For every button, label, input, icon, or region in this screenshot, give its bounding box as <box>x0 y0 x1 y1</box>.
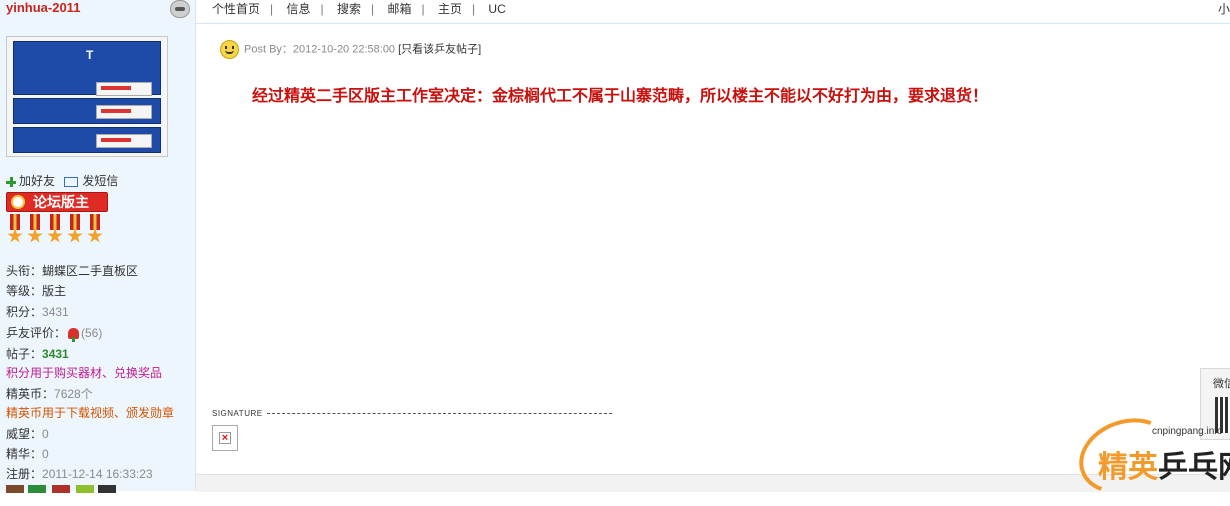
top-nav: 个性首页 | 信息 | 搜索 | 邮箱 | 主页 | UC <box>212 2 506 16</box>
post-timestamp: 2012-10-20 22:58:00 <box>292 43 396 56</box>
points-note[interactable]: 积分用于购买器材、兑换奖品 <box>6 364 162 381</box>
rose-icon <box>68 328 80 343</box>
user-rating: 乒友评价： (56) <box>6 326 103 343</box>
wechat-label: 微信 <box>1213 378 1230 390</box>
watermark-text-orange: 精英 <box>1098 450 1158 485</box>
avatar-box-top: T <box>13 41 161 96</box>
user-actions: 加好友 发短信 <box>6 172 118 189</box>
user-level: 等级：版主 <box>6 284 67 298</box>
post-footer-bar <box>196 474 1230 492</box>
flag-icon <box>6 485 24 493</box>
nav-right-text[interactable]: 小 <box>1218 0 1230 17</box>
medal-icon <box>46 214 64 248</box>
moderator-badge-label: 论坛版主 <box>33 194 89 210</box>
nav-uc[interactable]: UC <box>488 2 505 16</box>
medal-row <box>6 214 110 248</box>
site-watermark: cnpingpang.info 精英 乒乓网 <box>1068 405 1230 506</box>
send-message-link[interactable]: 发短信 <box>82 174 118 188</box>
post-body: 经过精英二手区版主工作室决定：金棕榈代工不属于山寨范畴，所以楼主不能以不好打为由… <box>252 86 989 105</box>
signature-divider: SIGNATURE <box>212 409 612 418</box>
nav-divider <box>196 23 1230 24</box>
avatar-box-bottom <box>13 127 161 153</box>
medal-icon <box>26 214 44 248</box>
medal-icon <box>86 214 104 248</box>
medal-icon <box>66 214 84 248</box>
brand-logo-icon: T <box>86 48 94 62</box>
nav-search[interactable]: 搜索 <box>337 2 361 16</box>
flag-icon <box>98 485 116 493</box>
badge-emblem-icon <box>11 195 25 209</box>
broken-image-icon: × <box>212 425 238 451</box>
smiley-icon <box>220 40 239 59</box>
user-title: 头衔：蝴蝶区二手直板区 <box>6 264 139 278</box>
online-status-icon <box>170 0 190 18</box>
user-prestige: 威望：0 <box>6 427 49 441</box>
user-sidebar: yinhua-2011 T 加好友 发短信 论坛版主 头衔：蝴蝶区二手直板区 等… <box>0 0 196 493</box>
nav-info[interactable]: 信息 <box>286 2 310 16</box>
nav-personal-home[interactable]: 个性首页 <box>212 2 260 16</box>
flag-icon <box>28 485 46 493</box>
flag-icon <box>52 485 70 493</box>
watermark-text-dark: 乒乓网 <box>1158 450 1230 485</box>
medal-icon <box>6 214 24 248</box>
coins-note[interactable]: 精英币用于下载视频、颁发勋章 <box>6 404 174 421</box>
user-coins: 精英币：7628个 <box>6 387 93 401</box>
watermark-url: cnpingpang.info <box>1152 426 1223 437</box>
moderator-badge: 论坛版主 <box>6 192 108 212</box>
flag-icon <box>76 485 94 493</box>
user-points: 积分：3431 <box>6 305 69 319</box>
user-register-date: 注册：2011-12-14 16:33:23 <box>6 467 153 481</box>
add-friend-link[interactable]: 加好友 <box>19 174 55 188</box>
mail-icon <box>64 176 79 187</box>
avatar-box-middle <box>13 98 161 124</box>
nav-homepage[interactable]: 主页 <box>438 2 462 16</box>
username-link[interactable]: yinhua-2011 <box>6 0 80 15</box>
post-meta: Post By：2012-10-20 22:58:00 [只看该乒友帖子] <box>220 40 481 59</box>
user-essence: 精华：0 <box>6 447 49 461</box>
add-friend-icon <box>6 176 16 187</box>
user-posts: 帖子：3431 <box>6 347 69 361</box>
nav-mailbox[interactable]: 邮箱 <box>387 2 411 16</box>
user-avatar[interactable]: T <box>6 36 168 157</box>
only-author-link[interactable]: [只看该乒友帖子] <box>398 43 481 55</box>
